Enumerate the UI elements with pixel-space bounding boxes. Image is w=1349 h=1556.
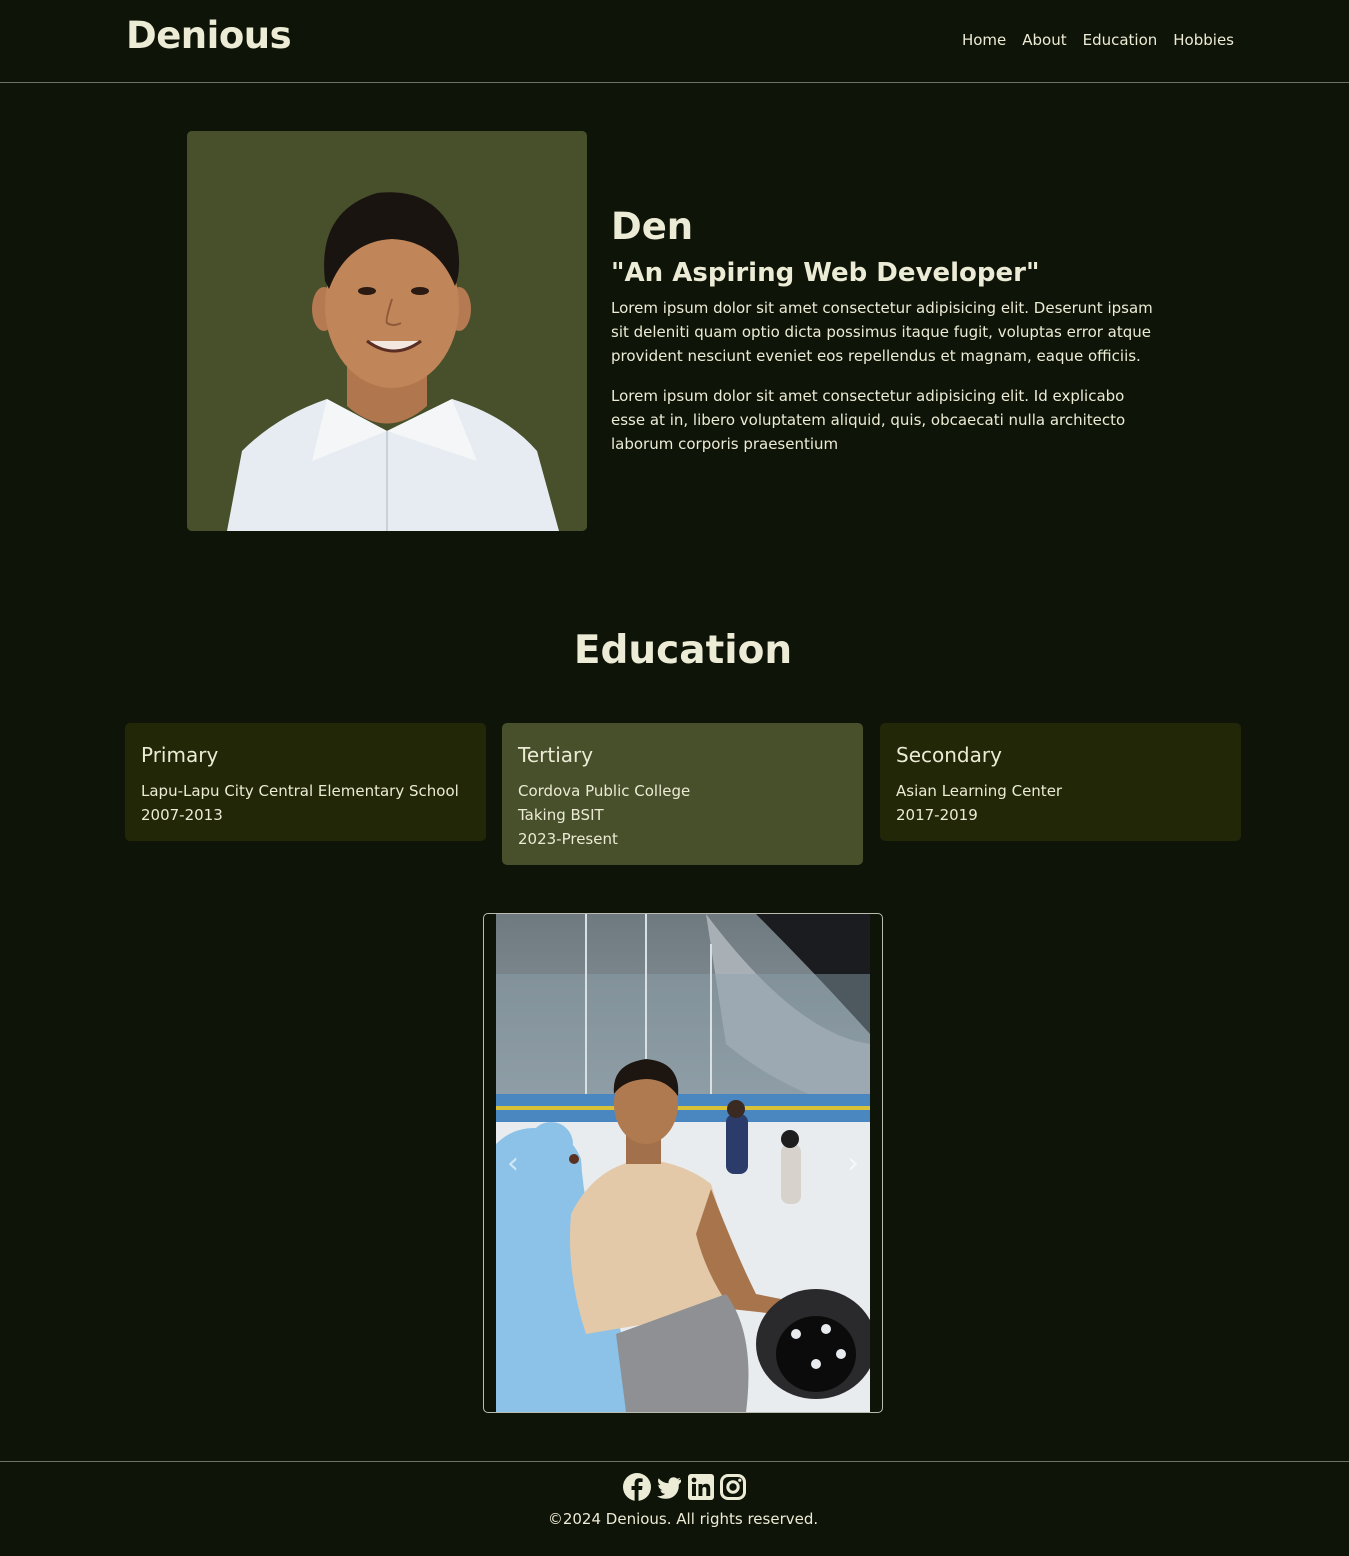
education-school: Asian Learning Center bbox=[896, 782, 1063, 800]
linkedin-icon[interactable] bbox=[687, 1473, 715, 1501]
navbar: Denious Home About Education Hobbies bbox=[0, 0, 1349, 83]
nav-link-education[interactable]: Education bbox=[1083, 31, 1158, 49]
hero-paragraph: Lorem ipsum dolor sit amet consectetur a… bbox=[611, 387, 1126, 453]
education-school: Lapu-Lapu City Central Elementary School bbox=[141, 782, 459, 800]
nav-links: Home About Education Hobbies bbox=[962, 31, 1234, 49]
nav-link-home[interactable]: Home bbox=[962, 31, 1006, 49]
education-card-title: Primary bbox=[141, 743, 219, 767]
carousel-slide-photo bbox=[496, 914, 870, 1412]
hero-paragraph: Lorem ipsum dolor sit amet consectetur a… bbox=[611, 299, 1153, 365]
footer: ©2024 Denious. All rights reserved. bbox=[0, 1461, 1349, 1556]
facebook-icon[interactable] bbox=[623, 1473, 651, 1501]
hero-text: Den "An Aspiring Web Developer" Lorem ip… bbox=[611, 202, 1156, 472]
instagram-icon[interactable] bbox=[719, 1473, 747, 1501]
brand-logo[interactable]: Denious bbox=[126, 14, 292, 57]
nav-link-about[interactable]: About bbox=[1022, 31, 1066, 49]
hobbies-carousel: ‹ › bbox=[483, 913, 883, 1413]
hero-name: Den bbox=[611, 205, 694, 248]
copyright-text: ©2024 Denious. All rights reserved. bbox=[547, 1510, 819, 1528]
social-links bbox=[623, 1473, 747, 1501]
chevron-right-icon[interactable]: › bbox=[838, 1144, 868, 1184]
education-years: 2017-2019 bbox=[896, 806, 978, 824]
education-card-title: Secondary bbox=[896, 743, 1002, 767]
chevron-left-icon[interactable]: ‹ bbox=[498, 1144, 528, 1184]
education-school: Cordova Public College bbox=[518, 782, 691, 800]
education-card-tertiary: Tertiary Cordova Public College Taking B… bbox=[502, 723, 863, 865]
twitter-icon[interactable] bbox=[655, 1473, 683, 1501]
education-card-primary: Primary Lapu-Lapu City Central Elementar… bbox=[125, 723, 486, 841]
education-card-title: Tertiary bbox=[518, 743, 594, 767]
education-program: Taking BSIT bbox=[518, 806, 604, 824]
education-card-secondary: Secondary Asian Learning Center 2017-201… bbox=[880, 723, 1241, 841]
education-years: 2007-2013 bbox=[141, 806, 223, 824]
profile-photo bbox=[187, 131, 587, 531]
hero-tagline: "An Aspiring Web Developer" bbox=[611, 258, 1040, 288]
education-years: 2023-Present bbox=[518, 830, 618, 848]
education-heading: Education bbox=[573, 628, 793, 673]
nav-link-hobbies[interactable]: Hobbies bbox=[1173, 31, 1234, 49]
